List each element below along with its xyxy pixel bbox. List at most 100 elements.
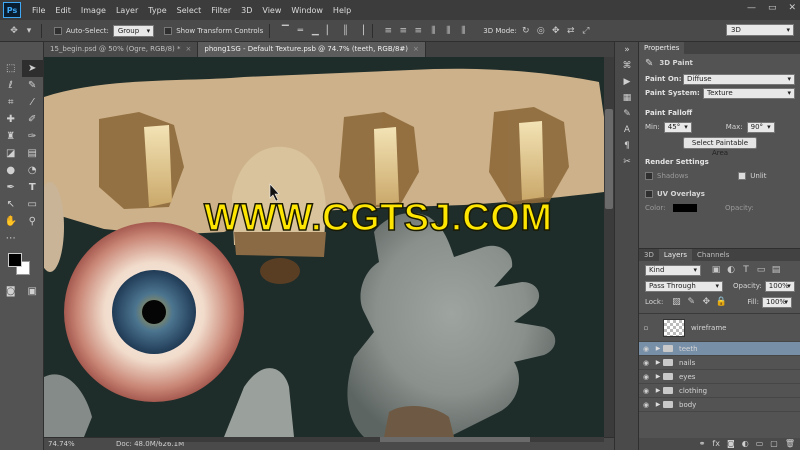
menu-layer[interactable]: Layer xyxy=(111,6,143,15)
tool-preset-chevron-icon[interactable]: ▾ xyxy=(23,25,35,37)
tab-layers[interactable]: Layers xyxy=(658,249,693,261)
menu-file[interactable]: File xyxy=(27,6,50,15)
foreground-color-swatch[interactable] xyxy=(8,253,22,267)
distribute-icon[interactable]: ⫼ xyxy=(457,25,469,37)
align-top-icon[interactable]: ▔ xyxy=(279,25,291,37)
blur-tool-icon[interactable]: ● xyxy=(0,162,22,179)
hand-tool-icon[interactable]: ✋ xyxy=(0,213,22,230)
healing-brush-tool-icon[interactable]: ✚ xyxy=(0,111,22,128)
pan-icon[interactable]: ✥ xyxy=(550,25,562,37)
unlit-checkbox[interactable] xyxy=(738,172,747,180)
visibility-empty[interactable]: ▫ xyxy=(639,324,653,332)
panel-collapse-icon[interactable]: » xyxy=(615,42,639,58)
move-tool-icon[interactable]: ✥ xyxy=(8,25,20,37)
brush-presets-icon[interactable]: ✎ xyxy=(615,106,639,122)
history-brush-tool-icon[interactable]: ✑ xyxy=(22,128,44,145)
tools-icon[interactable]: ✂ xyxy=(615,154,639,170)
layer-style-icon[interactable]: fx xyxy=(712,438,720,450)
distribute-icon[interactable]: ⫼ xyxy=(442,25,454,37)
layer-row-body[interactable]: ◉ ▶ body xyxy=(639,398,800,412)
layer-row-eyes[interactable]: ◉ ▶ eyes xyxy=(639,370,800,384)
close-tab-icon[interactable]: × xyxy=(186,45,192,53)
tab-ogre-doc[interactable]: 15_begin.psd @ 50% (Ogre, RGB/8) * × xyxy=(44,42,199,57)
adjustment-layer-icon[interactable]: ◐ xyxy=(742,438,749,450)
dodge-tool-icon[interactable]: ◔ xyxy=(22,162,44,179)
history-icon[interactable]: ⌘ xyxy=(615,58,639,74)
min-field[interactable]: 45° xyxy=(663,121,692,133)
close-button[interactable]: ✕ xyxy=(788,3,796,13)
lock-all-icon[interactable]: 🔒 xyxy=(715,296,727,308)
roll-icon[interactable]: ◎ xyxy=(535,25,547,37)
eye-icon[interactable]: ◉ xyxy=(639,401,653,409)
lock-position-icon[interactable]: ✥ xyxy=(700,296,712,308)
align-middle-icon[interactable]: ═ xyxy=(294,25,306,37)
shape-tool-icon[interactable]: ▭ xyxy=(22,196,44,213)
marquee-tool-icon[interactable]: ⬚ xyxy=(0,60,22,77)
distribute-icon[interactable]: ⫼ xyxy=(427,25,439,37)
expand-triangle-icon[interactable]: ▶ xyxy=(653,387,663,394)
horizontal-scrollbar[interactable] xyxy=(160,437,604,442)
pen-tool-icon[interactable]: ✒ xyxy=(0,179,22,196)
select-paintable-area-button[interactable]: Select Paintable Area xyxy=(683,137,757,157)
show-transform-checkbox[interactable] xyxy=(164,26,173,35)
document-canvas[interactable]: WWW.CGTSJ.COM xyxy=(44,57,604,437)
shadows-checkbox[interactable] xyxy=(645,172,653,180)
eye-icon[interactable]: ◉ xyxy=(639,387,653,395)
eye-icon[interactable]: ◉ xyxy=(639,359,653,367)
quick-mask-icon[interactable]: ◙ xyxy=(0,283,22,300)
workspace-dropdown[interactable]: 3D xyxy=(726,24,794,36)
paint-system-dropdown[interactable]: Texture xyxy=(703,87,795,99)
filter-kind-dropdown[interactable]: Kind xyxy=(645,264,701,276)
link-layers-icon[interactable]: ⚭ xyxy=(699,438,706,450)
close-tab-icon[interactable]: × xyxy=(413,45,419,53)
eye-icon[interactable]: ◉ xyxy=(639,345,653,353)
filter-shape-icon[interactable]: ▭ xyxy=(755,264,767,276)
tab-channels[interactable]: Channels xyxy=(692,249,734,261)
distribute-icon[interactable]: ≡ xyxy=(412,25,424,37)
layer-row-nails[interactable]: ◉ ▶ nails xyxy=(639,356,800,370)
expand-triangle-icon[interactable]: ▶ xyxy=(653,373,663,380)
brush-tool-icon[interactable]: ✐ xyxy=(22,111,44,128)
restore-button[interactable]: ▭ xyxy=(768,3,777,13)
add-mask-icon[interactable]: ◙ xyxy=(727,438,735,450)
quick-select-tool-icon[interactable]: ✎ xyxy=(22,77,44,94)
screen-mode-icon[interactable]: ▣ xyxy=(22,283,44,300)
uv-overlays-checkbox[interactable] xyxy=(645,190,653,198)
character-icon[interactable]: A xyxy=(615,122,639,138)
vertical-scrollbar[interactable] xyxy=(604,57,614,437)
type-tool-icon[interactable]: T xyxy=(22,179,44,196)
move-tool-icon[interactable]: ➤ xyxy=(21,60,43,77)
tab-3d[interactable]: 3D xyxy=(639,249,659,261)
filter-adjustment-icon[interactable]: ◐ xyxy=(725,264,737,276)
scale-icon[interactable]: ⤢ xyxy=(580,25,592,37)
expand-triangle-icon[interactable]: ▶ xyxy=(653,345,663,352)
opacity-field[interactable]: 100% xyxy=(764,280,795,292)
clone-stamp-tool-icon[interactable]: ♜ xyxy=(0,128,22,145)
lasso-tool-icon[interactable]: ℓ xyxy=(0,77,22,94)
show-transform-option[interactable]: Show Transform Controls xyxy=(164,26,263,35)
auto-select-dropdown[interactable]: Group xyxy=(112,24,155,37)
orbit-icon[interactable]: ↻ xyxy=(520,25,532,37)
distribute-icon[interactable]: ≡ xyxy=(397,25,409,37)
expand-triangle-icon[interactable]: ▶ xyxy=(653,359,663,366)
delete-layer-icon[interactable]: 🗑 xyxy=(785,438,795,450)
filter-type-icon[interactable]: T xyxy=(740,264,752,276)
paint-on-dropdown[interactable]: Diffuse xyxy=(683,73,795,85)
new-group-icon[interactable]: ▭ xyxy=(756,438,764,450)
eyedropper-tool-icon[interactable]: ⁄ xyxy=(22,94,44,111)
gradient-tool-icon[interactable]: ▤ xyxy=(22,145,44,162)
lock-transparent-icon[interactable]: ▨ xyxy=(670,296,682,308)
align-right-icon[interactable]: ▕ xyxy=(354,25,366,37)
lock-image-icon[interactable]: ✎ xyxy=(685,296,697,308)
auto-select-checkbox[interactable] xyxy=(54,26,62,35)
crop-tool-icon[interactable]: ⌗ xyxy=(0,94,22,111)
tab-properties[interactable]: Properties xyxy=(639,42,685,54)
more-tools-icon[interactable]: ⋯ xyxy=(0,230,22,247)
menu-help[interactable]: Help xyxy=(328,6,356,15)
tab-texture-doc[interactable]: phong1SG - Default Texture.psb @ 74.7% (… xyxy=(198,42,426,57)
layer-row-clothing[interactable]: ◉ ▶ clothing xyxy=(639,384,800,398)
slide-icon[interactable]: ⇄ xyxy=(565,25,577,37)
eraser-tool-icon[interactable]: ◪ xyxy=(0,145,22,162)
menu-filter[interactable]: Filter xyxy=(206,6,236,15)
horizontal-scroll-thumb[interactable] xyxy=(380,437,530,442)
